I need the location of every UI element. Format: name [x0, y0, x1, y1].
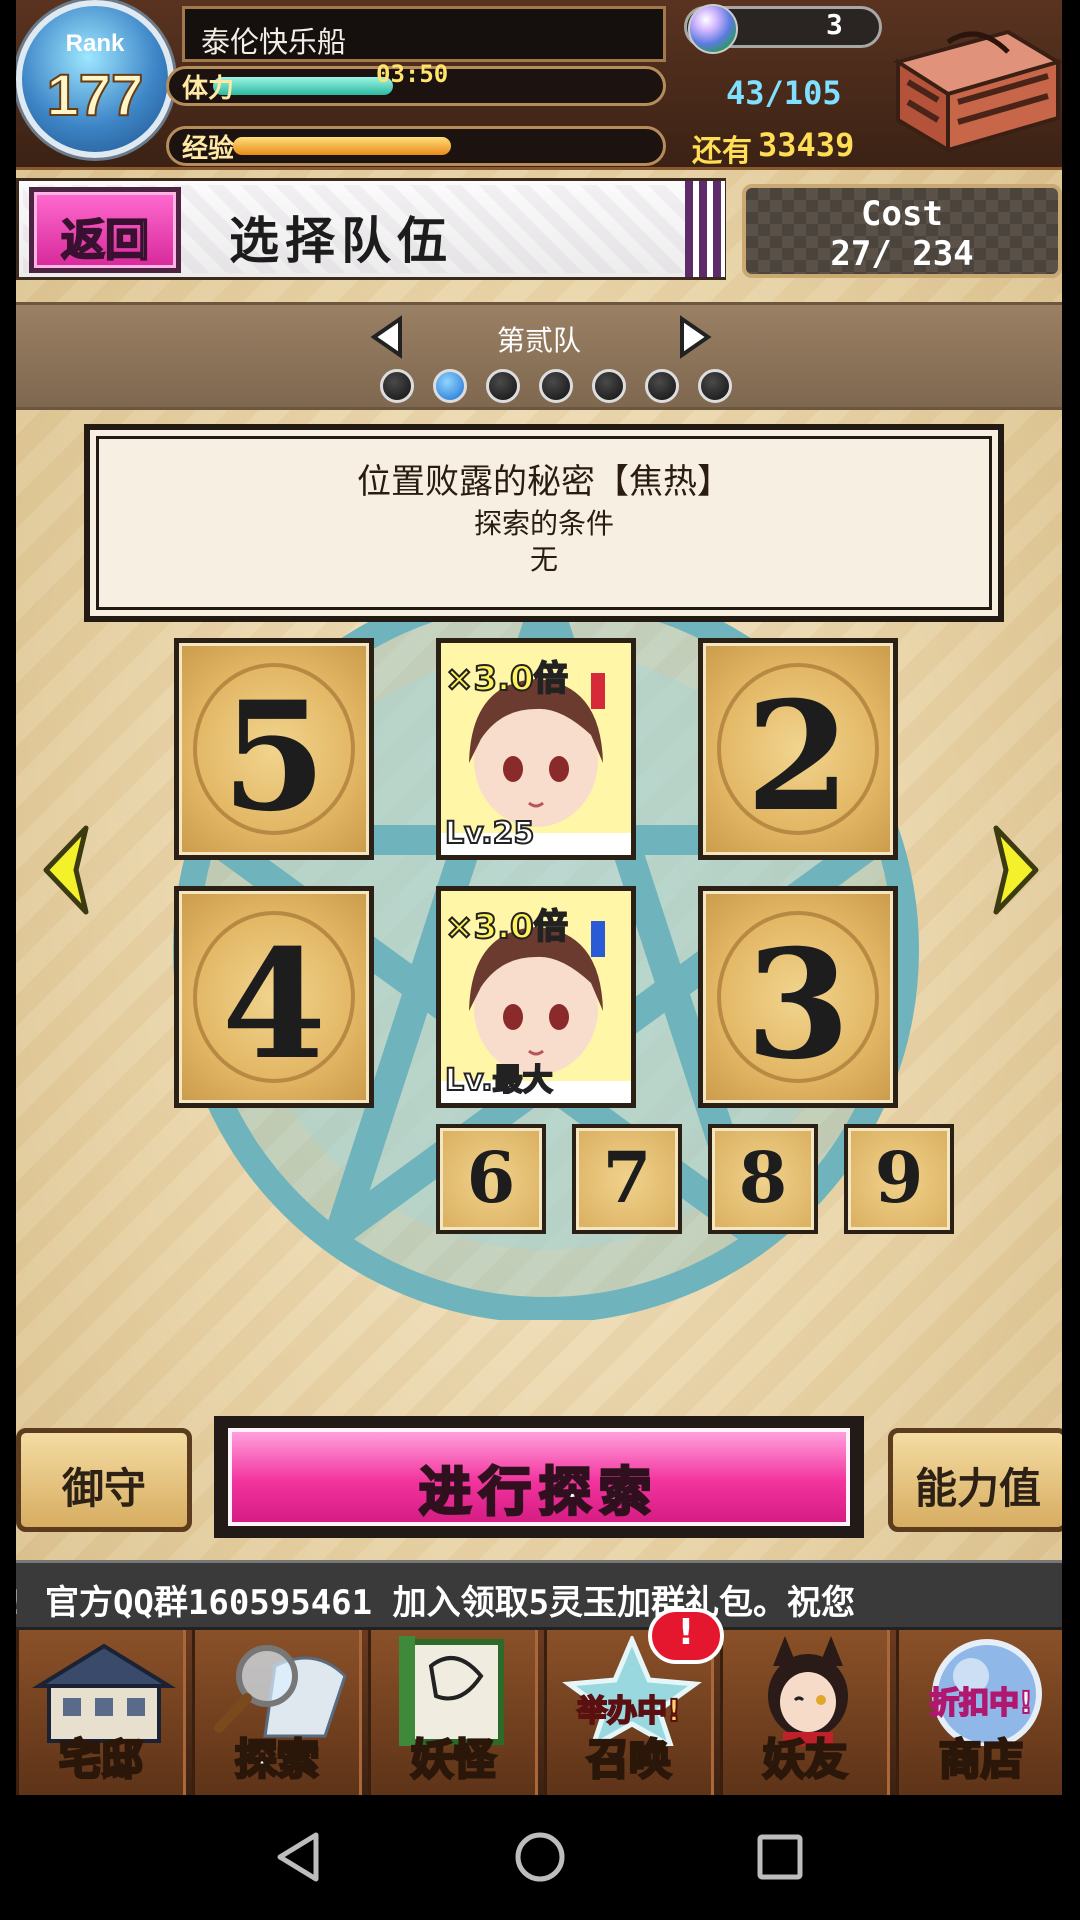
- spirit-gem-icon: [688, 4, 738, 54]
- stamina-timer: 03:50: [376, 60, 449, 88]
- slot-number: 6: [466, 1136, 516, 1219]
- slot-number: 8: [738, 1136, 788, 1219]
- nav-home-label: 宅邸: [57, 1734, 144, 1786]
- gem-count: 3: [826, 8, 843, 41]
- rank-badge[interactable]: Rank 177: [16, 0, 174, 158]
- nav-yokai[interactable]: 妖怪: [368, 1630, 538, 1795]
- team-page-dot-5[interactable]: [592, 369, 626, 403]
- team-page-dot-3[interactable]: [486, 369, 520, 403]
- exp-bar-fill: [233, 137, 451, 155]
- reserve-slot-8[interactable]: 8: [708, 1124, 818, 1234]
- nav-friends-label: 妖友: [761, 1734, 848, 1786]
- formation-slot-4[interactable]: 4: [174, 886, 374, 1108]
- character-level: Lv.最大: [444, 1062, 554, 1099]
- slot-number: 2: [745, 669, 851, 845]
- exp-label: 经验: [182, 134, 235, 164]
- prev-page-arrow-icon[interactable]: [36, 820, 96, 920]
- title-decoration: [685, 181, 725, 277]
- nav-shop-label: 商店: [937, 1734, 1024, 1786]
- player-name: 泰伦快乐船: [201, 25, 347, 59]
- nav-shop[interactable]: 折扣中! 商店: [896, 1630, 1062, 1795]
- reserve-slot-9[interactable]: 9: [844, 1124, 954, 1234]
- formation-slot-5[interactable]: 5: [174, 638, 374, 860]
- back-label: 返回: [60, 214, 150, 267]
- character-card-helper[interactable]: ×3.0倍 Lv.最大: [436, 886, 636, 1108]
- charm-button[interactable]: 御守: [16, 1428, 192, 1532]
- next-page-arrow-icon[interactable]: [986, 820, 1046, 920]
- formation-slot-2[interactable]: 2: [698, 638, 898, 860]
- multiplier-badge: ×3.0倍: [444, 658, 569, 700]
- summon-alert-badge: !: [648, 1608, 724, 1664]
- next-team-arrow-icon[interactable]: [670, 313, 718, 361]
- reserve-slot-7[interactable]: 7: [572, 1124, 682, 1234]
- cost-label: Cost: [861, 194, 943, 234]
- back-button[interactable]: 返回: [29, 187, 181, 273]
- summon-event-badge: 举办中!: [576, 1693, 682, 1730]
- stamina-label: 体力: [182, 74, 235, 104]
- game-screen: Rank 177 泰伦快乐船 体力 03:50 43/105 经验 还有 334…: [16, 0, 1062, 1795]
- explore-label: 进行探索: [417, 1461, 659, 1525]
- system-nav-bar: [0, 1795, 1080, 1920]
- nav-summon-label: 召唤: [585, 1734, 672, 1786]
- news-ticker: ! 官方QQ群160595461 加入领取5灵玉加群礼包。祝您: [16, 1560, 1062, 1630]
- stamina-bar-fill: [213, 77, 393, 95]
- stats-button[interactable]: 能力值: [888, 1428, 1062, 1532]
- multiplier-badge: ×3.0倍: [444, 906, 569, 948]
- nav-home[interactable]: 宅邸: [16, 1630, 186, 1795]
- exp-remaining-label: 还有: [692, 134, 752, 169]
- ticker-text: ! 官方QQ群160595461 加入领取5灵玉加群礼包。祝您: [16, 1583, 856, 1623]
- character-level: Lv.25: [444, 815, 535, 852]
- team-page-dot-1[interactable]: [380, 369, 414, 403]
- slot-number: 9: [874, 1136, 924, 1219]
- charm-label: 御守: [61, 1464, 146, 1513]
- treasure-chest-icon[interactable]: [888, 22, 1062, 154]
- nav-yokai-label: 妖怪: [409, 1734, 496, 1786]
- team-page-dot-7[interactable]: [698, 369, 732, 403]
- rank-label: Rank: [65, 30, 125, 57]
- nav-explore-label: 探索: [233, 1734, 320, 1786]
- explore-button[interactable]: 进行探索: [214, 1416, 864, 1538]
- exp-remaining-value: 33439: [758, 126, 855, 164]
- team-page-dot-4[interactable]: [539, 369, 573, 403]
- slot-number: 7: [602, 1136, 652, 1219]
- player-name-box: 泰伦快乐船: [182, 6, 666, 62]
- slot-number: 4: [221, 917, 327, 1093]
- mission-title: 位置败露的秘密【焦热】: [357, 462, 731, 502]
- title-bar: 返回 选择队伍: [16, 178, 726, 280]
- formation-slot-3[interactable]: 3: [698, 886, 898, 1108]
- back-triangle-icon[interactable]: [270, 1827, 330, 1887]
- stamina-count: 43/105: [726, 74, 842, 112]
- cost-value: 27/ 234: [830, 234, 974, 274]
- team-selector: 第贰队: [16, 302, 1062, 410]
- slot-number: 3: [745, 917, 851, 1093]
- team-page-dot-6[interactable]: [645, 369, 679, 403]
- nav-friends[interactable]: 妖友: [720, 1630, 890, 1795]
- stats-label: 能力值: [914, 1464, 1041, 1513]
- status-header: Rank 177 泰伦快乐船 体力 03:50 43/105 经验 还有 334…: [16, 0, 1062, 170]
- team-name: 第贰队: [496, 324, 581, 357]
- slot-number: 5: [221, 669, 327, 845]
- recents-square-icon[interactable]: [750, 1827, 810, 1887]
- home-circle-icon[interactable]: [510, 1827, 570, 1887]
- rank-value: 177: [46, 62, 145, 129]
- shop-sale-badge: 折扣中!: [928, 1685, 1034, 1722]
- mission-condition-value: 无: [529, 543, 558, 576]
- explore-button-face: 进行探索: [228, 1428, 850, 1526]
- mission-info-panel: 位置败露的秘密【焦热】 探索的条件 无: [84, 424, 1004, 622]
- character-card-leader[interactable]: ×3.0倍 Lv.25: [436, 638, 636, 860]
- bottom-nav: 宅邸 探索 妖怪 举办中! 召唤 妖友 折扣中! 商店: [16, 1630, 1062, 1795]
- page-title: 选择队伍: [229, 211, 453, 270]
- nav-explore[interactable]: 探索: [192, 1630, 362, 1795]
- cost-box: Cost 27/ 234: [742, 184, 1062, 278]
- team-page-dot-2[interactable]: [433, 369, 467, 403]
- exp-bar: [166, 126, 666, 166]
- reserve-slot-6[interactable]: 6: [436, 1124, 546, 1234]
- mission-condition-label: 探索的条件: [473, 507, 614, 540]
